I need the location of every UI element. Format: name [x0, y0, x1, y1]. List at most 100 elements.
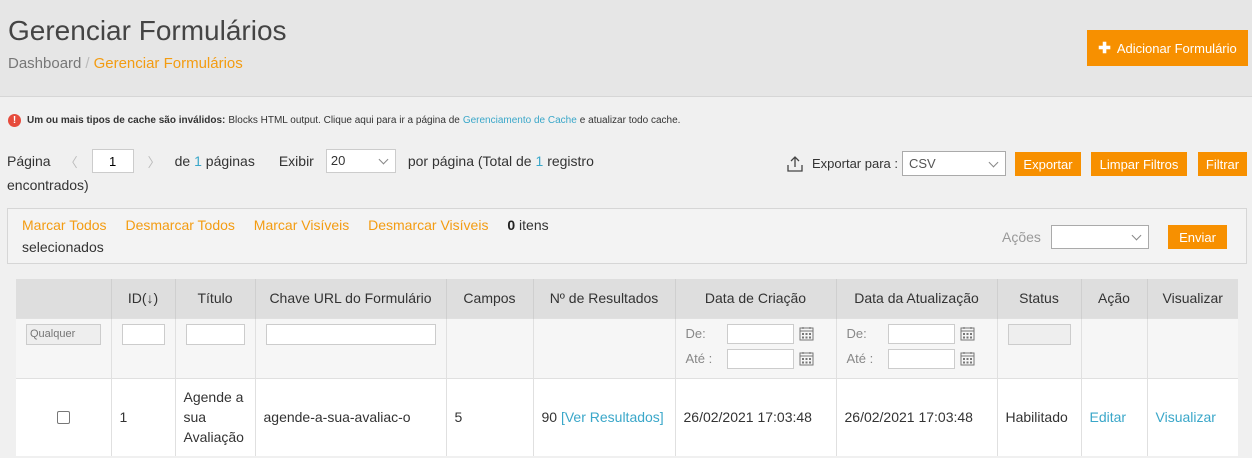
row-select-cell	[16, 377, 111, 456]
row-id: 1	[110, 377, 175, 456]
add-form-label: Adicionar Formulário	[1116, 40, 1237, 56]
filter-cell-title	[174, 317, 255, 378]
unselect-visible-link[interactable]: Desmarcar Visíveis	[368, 217, 488, 233]
row-checkbox[interactable]	[56, 410, 70, 424]
acoes-label: Ações	[1002, 229, 1041, 245]
export-label: Exportar para :	[812, 156, 898, 171]
row-status: Habilitado	[996, 377, 1081, 456]
calendar-icon[interactable]	[960, 351, 975, 366]
title-filter-input[interactable]	[185, 323, 245, 345]
updated-from-label: De:	[846, 326, 867, 341]
table-row[interactable]: 1 Agende a sua Avaliação agende-a-sua-av…	[16, 377, 1238, 456]
created-from-label: De:	[685, 326, 706, 341]
column-header-status[interactable]: Status	[996, 279, 1081, 318]
selected-count: 0	[507, 217, 516, 233]
filter-cell-status	[996, 317, 1081, 378]
column-header-fields[interactable]: Campos	[445, 279, 533, 318]
per-page-select[interactable]: 20	[325, 149, 396, 173]
massaction-bar: Marcar Todos Desmarcar Todos Marcar Visí…	[7, 208, 1247, 264]
next-page-icon[interactable]: 〉	[148, 152, 161, 171]
encontrados-label: encontrados)	[7, 177, 89, 193]
per-page-text: por página (Total de	[407, 153, 532, 169]
row-action-cell: Editar	[1080, 377, 1147, 456]
notice-text-2: e atualizar todo cache.	[579, 115, 681, 126]
column-header-title[interactable]: Título	[174, 279, 255, 318]
clear-filters-button[interactable]: Limpar Filtros	[1091, 152, 1187, 176]
forms-grid: ID(↓) Título Chave URL do Formulário Cam…	[16, 279, 1238, 456]
page-title: Gerenciar Formulários	[8, 15, 287, 46]
select-all-link[interactable]: Marcar Todos	[22, 217, 107, 233]
upload-icon	[787, 155, 803, 172]
row-fields: 5	[445, 377, 533, 456]
plus-icon: ✚	[1098, 40, 1111, 57]
view-link[interactable]: Visualizar	[1156, 409, 1216, 425]
select-filter-any[interactable]	[26, 323, 101, 345]
sort-arrow-icon: (↓)	[141, 290, 159, 307]
calendar-icon[interactable]	[960, 326, 975, 341]
itens-label: itens	[519, 217, 549, 233]
cache-management-link[interactable]: Gerenciamento de Cache	[463, 115, 577, 126]
filter-cell-updated: De: Até :	[835, 317, 997, 378]
page-number-input[interactable]	[91, 149, 134, 173]
column-header-created[interactable]: Data de Criação	[674, 279, 836, 318]
created-to-input[interactable]	[726, 348, 794, 369]
column-header-id[interactable]: ID(↓)	[110, 279, 175, 318]
de-label: de	[174, 153, 191, 169]
chevron-down-icon	[378, 154, 389, 165]
export-format-select[interactable]: CSV	[902, 151, 1006, 176]
filter-button[interactable]: Filtrar	[1198, 152, 1247, 176]
actions-select[interactable]	[1051, 225, 1149, 249]
unselect-all-link[interactable]: Desmarcar Todos	[125, 217, 234, 233]
add-form-button[interactable]: ✚ Adicionar Formulário	[1087, 30, 1248, 66]
breadcrumb-current[interactable]: Gerenciar Formulários	[94, 55, 243, 72]
column-header-results[interactable]: Nº de Resultados	[532, 279, 675, 318]
updated-to-input[interactable]	[887, 348, 955, 369]
id-filter-input[interactable]	[121, 323, 165, 345]
export-format-value: CSV	[909, 156, 936, 171]
filter-cell-url-key	[254, 317, 446, 378]
breadcrumb-dashboard[interactable]: Dashboard	[8, 55, 81, 72]
breadcrumb-separator: /	[85, 55, 90, 72]
breadcrumb: Dashboard / Gerenciar Formulários	[8, 55, 243, 72]
chevron-down-icon	[988, 157, 999, 168]
row-view-cell: Visualizar	[1146, 377, 1238, 456]
pagina-label: Página	[7, 153, 51, 169]
status-filter-select[interactable]	[1007, 323, 1071, 345]
column-header-url-key[interactable]: Chave URL do Formulário	[254, 279, 446, 318]
column-header-id-label: ID	[127, 290, 142, 307]
grid-header-row: ID(↓) Título Chave URL do Formulário Cam…	[16, 279, 1238, 318]
column-header-action: Ação	[1080, 279, 1147, 318]
pager: Página 〈 〉 de 1 páginas Exibir 20 por pá…	[7, 149, 594, 193]
registro-label: registro	[547, 153, 594, 169]
row-updated: 26/02/2021 17:03:48	[835, 377, 997, 456]
export-button[interactable]: Exportar	[1015, 152, 1081, 176]
created-from-input[interactable]	[726, 323, 794, 344]
filter-cell-select	[16, 317, 111, 378]
export-area: Exportar para : CSV	[786, 151, 1006, 176]
notice-bold: Um ou mais tipos de cache são inválidos:	[27, 115, 226, 126]
filter-cell-fields	[445, 317, 533, 378]
updated-to-label: Até :	[846, 351, 874, 366]
view-results-link[interactable]: [Ver Resultados]	[561, 409, 664, 425]
submit-action-button[interactable]: Enviar	[1168, 225, 1227, 249]
warning-icon: !	[8, 114, 21, 127]
notice-text-1: Blocks HTML output. Clique aqui para ir …	[228, 115, 460, 126]
updated-from-input[interactable]	[887, 323, 955, 344]
column-header-view: Visualizar	[1146, 279, 1238, 318]
paginas-label: páginas	[205, 153, 255, 169]
select-visible-link[interactable]: Marcar Visíveis	[254, 217, 349, 233]
filter-cell-view	[1146, 317, 1238, 378]
prev-page-icon[interactable]: 〈	[65, 152, 78, 171]
page-header: Gerenciar Formulários Dashboard / Gerencia…	[0, 0, 1252, 97]
total-pages: 1	[194, 153, 202, 169]
chevron-down-icon	[1131, 230, 1142, 241]
calendar-icon[interactable]	[799, 351, 814, 366]
edit-link[interactable]: Editar	[1090, 409, 1127, 425]
filter-cell-created: De: Até :	[674, 317, 836, 378]
url-key-filter-input[interactable]	[265, 323, 436, 345]
row-results-count: 90	[541, 409, 558, 426]
row-results-cell: 90 [Ver Resultados]	[532, 377, 675, 456]
calendar-icon[interactable]	[799, 326, 814, 341]
row-created: 26/02/2021 17:03:48	[674, 377, 836, 456]
column-header-updated[interactable]: Data da Atualização	[835, 279, 997, 318]
